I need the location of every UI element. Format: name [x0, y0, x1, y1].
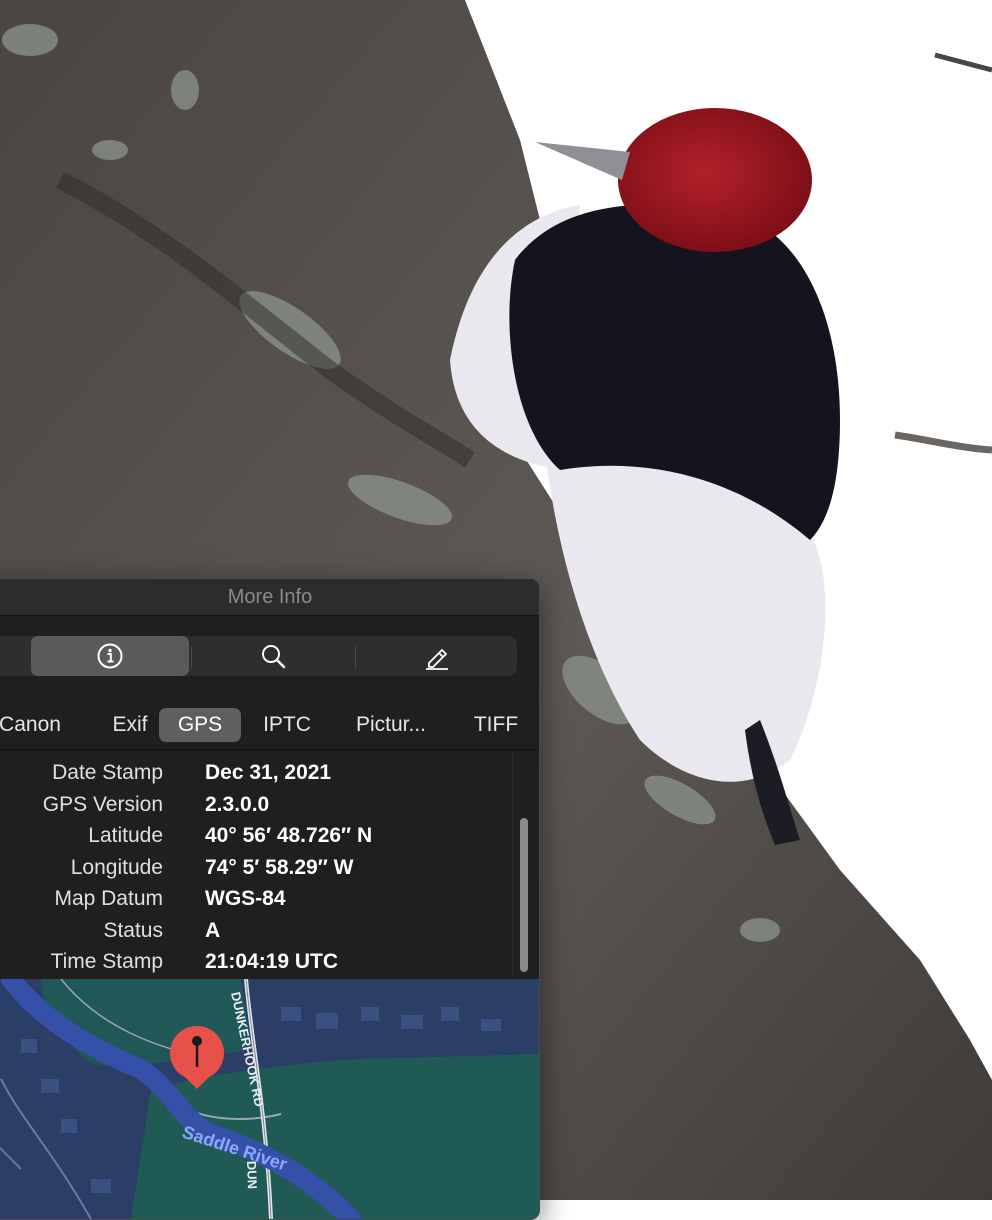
property-label: GPS Version [42, 792, 163, 816]
info-button[interactable] [31, 636, 189, 676]
tab-picture-style[interactable]: Pictur... [343, 708, 439, 742]
property-label: Longitude [70, 855, 163, 879]
scrollbar-thumb[interactable] [520, 818, 528, 972]
more-info-window: More Info Canon Exif GPS IPTC Pictur... … [0, 578, 540, 1220]
magnifier-icon [262, 645, 286, 669]
edit-button[interactable] [357, 636, 517, 676]
gps-row-time-stamp: Time Stamp 21:04:19 UTC [0, 948, 511, 980]
property-label: Latitude [88, 824, 163, 847]
gps-row-map-datum: Map Datum WGS-84 [0, 885, 511, 917]
property-label: Status [103, 918, 163, 942]
inspector-toolbar [0, 636, 517, 676]
property-label: Date Stamp [52, 761, 163, 784]
location-map[interactable]: DUNKERHOOK RD DUN Saddle River Y [0, 979, 540, 1219]
property-value: 21:04:19 UTC [205, 950, 339, 973]
tab-exif[interactable]: Exif [93, 708, 167, 742]
tab-tiff[interactable]: TIFF [463, 708, 529, 742]
window-title: More Info [227, 586, 313, 608]
property-value: 2.3.0.0 [205, 792, 270, 816]
property-value: A [205, 918, 221, 942]
gps-row-date-stamp: Date Stamp Dec 31, 2021 [0, 759, 511, 791]
tab-gps[interactable]: GPS [159, 708, 241, 742]
gps-properties-list: Date Stamp Dec 31, 2021 GPS Version 2.3.… [0, 759, 511, 980]
gps-row-status: Status A [0, 917, 511, 949]
search-button[interactable] [193, 636, 353, 676]
property-value: Dec 31, 2021 [205, 761, 332, 784]
toolbar-separator [355, 646, 356, 668]
gps-row-gps-version: GPS Version 2.3.0.0 [0, 791, 511, 823]
property-value: 74° 5′ 58.29″ W [205, 855, 354, 879]
toolbar-separator [191, 646, 192, 668]
window-titlebar: More Info [0, 579, 539, 616]
scrollbar-track[interactable] [512, 754, 513, 976]
tabs-divider [0, 749, 539, 750]
tab-canon[interactable]: Canon [0, 708, 79, 742]
property-label: Map Datum [54, 887, 163, 910]
property-value: 40° 56′ 48.726″ N [205, 824, 373, 847]
property-label: Time Stamp [50, 950, 163, 973]
tab-iptc[interactable]: IPTC [251, 708, 323, 742]
metadata-tabs: Canon Exif GPS IPTC Pictur... TIFF [0, 708, 539, 742]
pencil-icon [426, 649, 448, 670]
gps-row-longitude: Longitude 74° 5′ 58.29″ W [0, 854, 511, 886]
info-icon [97, 643, 123, 669]
property-value: WGS-84 [205, 887, 286, 910]
gps-row-latitude: Latitude 40° 56′ 48.726″ N [0, 822, 511, 854]
